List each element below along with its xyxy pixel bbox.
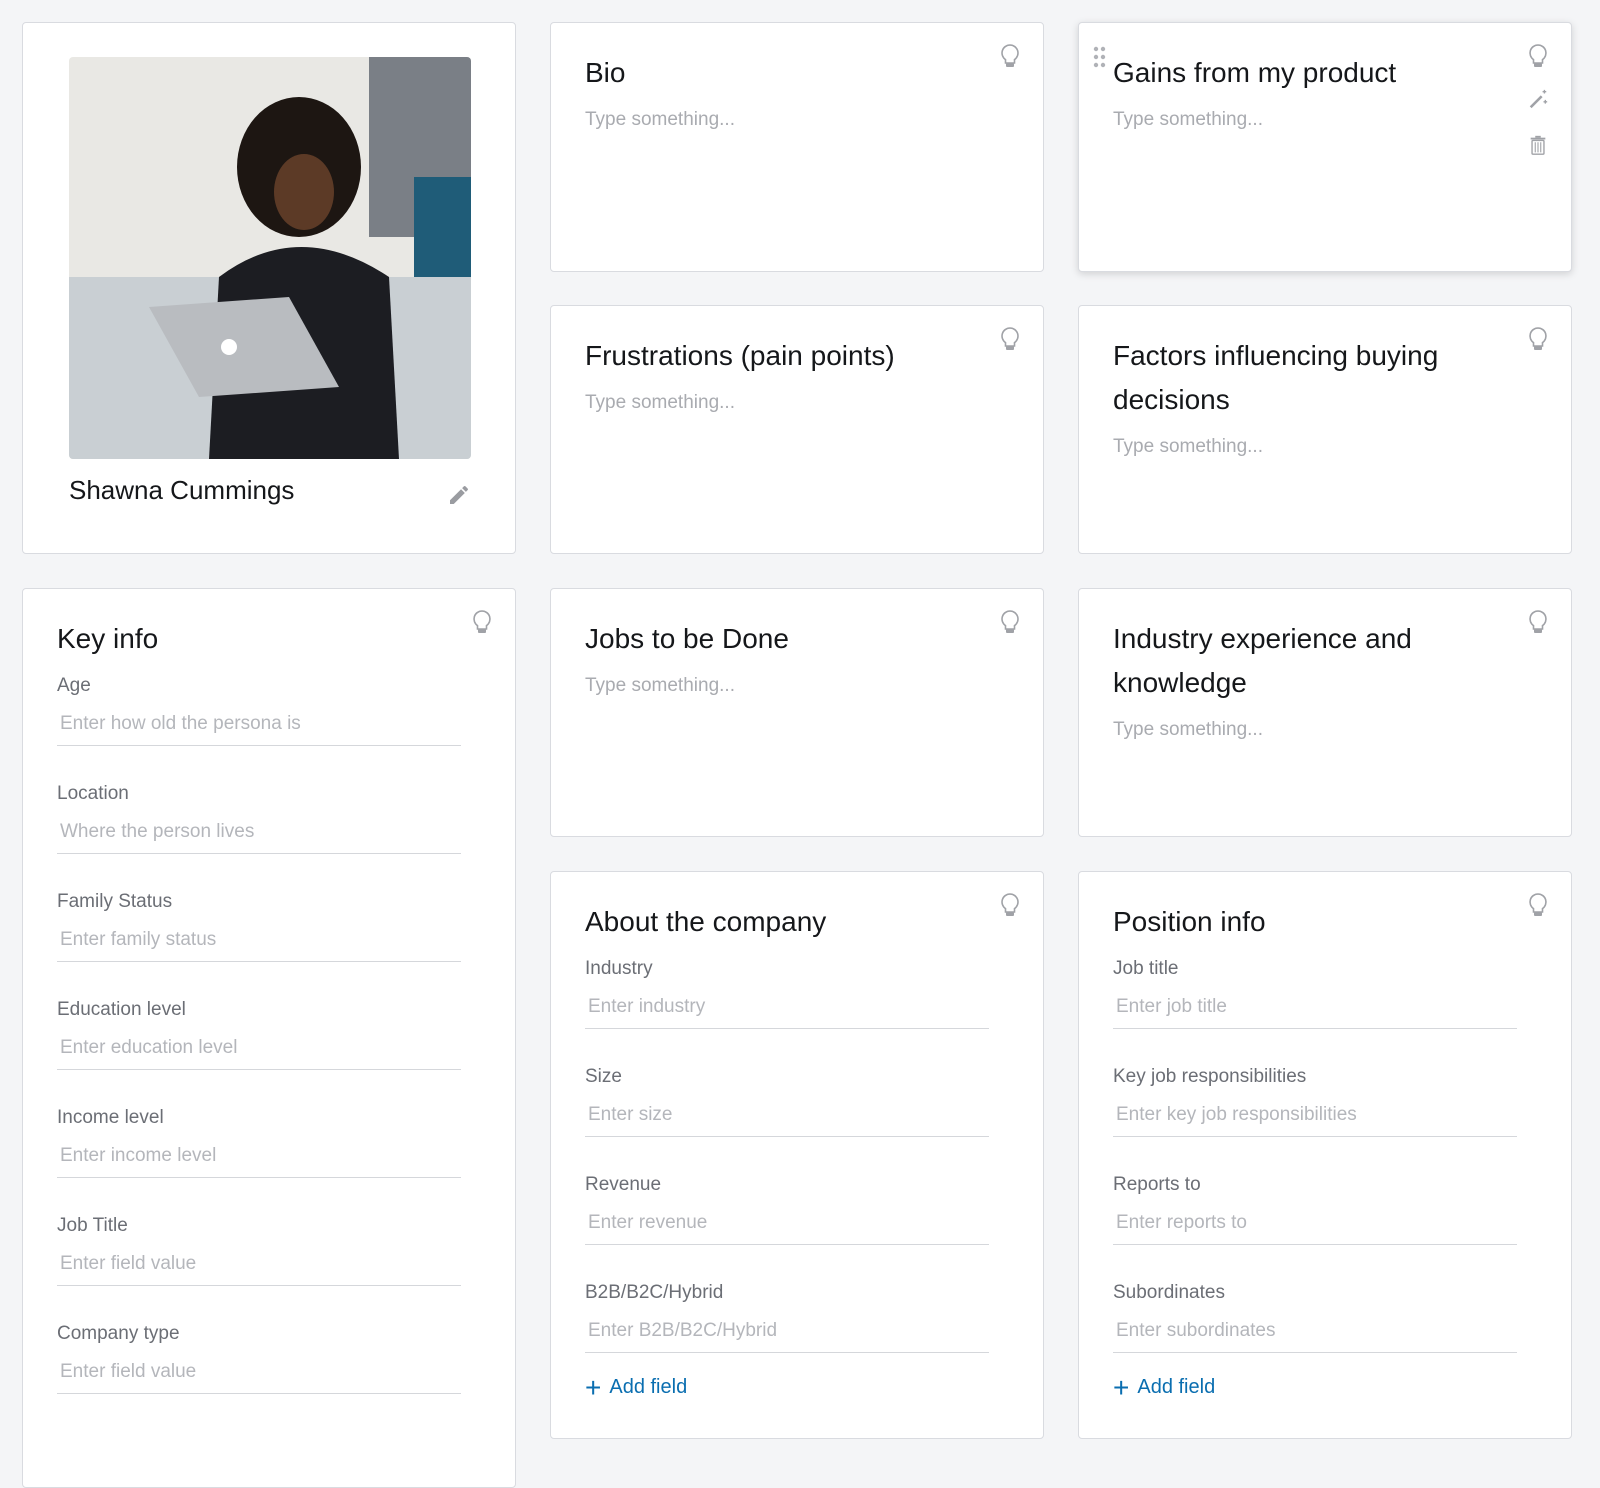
lightbulb-icon[interactable]: [999, 609, 1021, 637]
location-input[interactable]: [57, 821, 461, 854]
drag-handle-icon[interactable]: [1093, 45, 1107, 69]
card-title: Key info: [57, 623, 159, 654]
about-company-card: About the company Industry Size Revenue …: [550, 871, 1044, 1439]
business-model-field: B2B/B2C/Hybrid: [585, 1282, 989, 1353]
job-title-field: Job title: [1113, 958, 1517, 1029]
company-type-field: Company type: [57, 1323, 461, 1394]
age-input[interactable]: [57, 713, 461, 746]
gains-card[interactable]: Gains from my product Type something...: [1078, 22, 1572, 272]
bio-textarea[interactable]: Type something...: [585, 109, 735, 131]
family-status-field: Family Status: [57, 891, 461, 962]
income-field: Income level: [57, 1107, 461, 1178]
industry-experience-card[interactable]: Industry experience and knowledge Type s…: [1078, 588, 1572, 837]
location-field: Location: [57, 783, 461, 854]
education-field: Education level: [57, 999, 461, 1070]
responsibilities-input[interactable]: [1113, 1104, 1517, 1137]
frustrations-card[interactable]: Frustrations (pain points) Type somethin…: [550, 305, 1044, 554]
card-title: Position info: [1113, 906, 1266, 937]
trash-icon[interactable]: [1527, 133, 1549, 157]
lightbulb-icon[interactable]: [1527, 43, 1549, 71]
card-title: About the company: [585, 906, 827, 937]
plus-icon: +: [585, 1371, 602, 1403]
size-input[interactable]: [585, 1104, 989, 1137]
subordinates-input[interactable]: [1113, 1320, 1517, 1353]
lightbulb-icon[interactable]: [999, 326, 1021, 354]
gains-textarea[interactable]: Type something...: [1113, 109, 1263, 131]
edit-pencil-icon[interactable]: [447, 483, 471, 507]
lightbulb-icon[interactable]: [1527, 892, 1549, 920]
size-field: Size: [585, 1066, 989, 1137]
profile-card: Shawna Cummings: [22, 22, 516, 554]
job-title-input[interactable]: [57, 1253, 461, 1286]
education-input[interactable]: [57, 1037, 461, 1070]
job-title-input[interactable]: [1113, 996, 1517, 1029]
age-field: Age: [57, 675, 461, 746]
jobs-textarea[interactable]: Type something...: [585, 675, 735, 697]
card-title: Frustrations (pain points): [585, 340, 895, 371]
key-info-card: Key info Age Location Family Status Educ…: [22, 588, 516, 1488]
reports-to-field: Reports to: [1113, 1174, 1517, 1245]
revenue-field: Revenue: [585, 1174, 989, 1245]
persona-name: Shawna Cummings: [69, 475, 295, 505]
card-title: Gains from my product: [1113, 57, 1397, 88]
family-status-input[interactable]: [57, 929, 461, 962]
card-title: Factors influencing buying decisions: [1113, 340, 1439, 415]
industry-field: Industry: [585, 958, 989, 1029]
plus-icon: +: [1113, 1371, 1130, 1403]
revenue-input[interactable]: [585, 1212, 989, 1245]
income-input[interactable]: [57, 1145, 461, 1178]
frustrations-textarea[interactable]: Type something...: [585, 392, 735, 414]
card-title: Industry experience and knowledge: [1113, 623, 1412, 698]
subordinates-field: Subordinates: [1113, 1282, 1517, 1353]
industry-experience-textarea[interactable]: Type something...: [1113, 719, 1263, 741]
factors-card[interactable]: Factors influencing buying decisions Typ…: [1078, 305, 1572, 554]
magic-wand-icon[interactable]: [1527, 87, 1549, 111]
lightbulb-icon[interactable]: [1527, 326, 1549, 354]
reports-to-input[interactable]: [1113, 1212, 1517, 1245]
lightbulb-icon[interactable]: [999, 43, 1021, 71]
job-title-field: Job Title: [57, 1215, 461, 1286]
lightbulb-icon[interactable]: [471, 609, 493, 637]
business-model-input[interactable]: [585, 1320, 989, 1353]
responsibilities-field: Key job responsibilities: [1113, 1066, 1517, 1137]
add-field-button[interactable]: + Add field: [1113, 1371, 1215, 1403]
jobs-card[interactable]: Jobs to be Done Type something...: [550, 588, 1044, 837]
lightbulb-icon[interactable]: [999, 892, 1021, 920]
add-field-button[interactable]: + Add field: [585, 1371, 687, 1403]
lightbulb-icon[interactable]: [1527, 609, 1549, 637]
position-info-card: Position info Job title Key job responsi…: [1078, 871, 1572, 1439]
factors-textarea[interactable]: Type something...: [1113, 436, 1263, 458]
persona-photo[interactable]: [69, 57, 471, 459]
industry-input[interactable]: [585, 996, 989, 1029]
bio-card[interactable]: Bio Type something...: [550, 22, 1044, 272]
company-type-input[interactable]: [57, 1361, 461, 1394]
card-title: Bio: [585, 57, 626, 88]
card-title: Jobs to be Done: [585, 623, 789, 654]
